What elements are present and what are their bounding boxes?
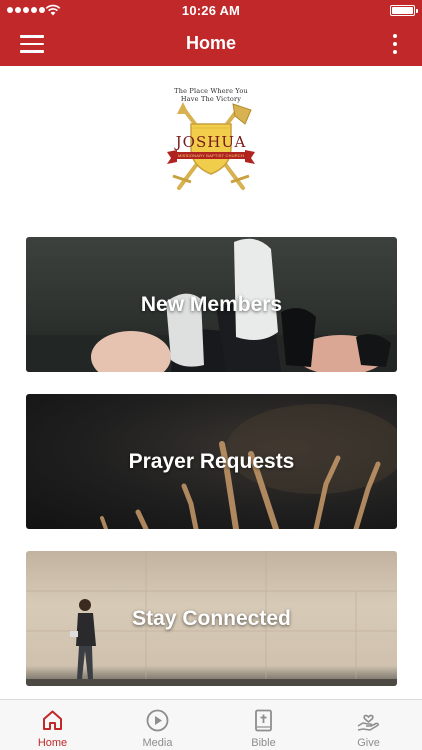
tab-label: Bible — [251, 737, 276, 749]
logo-wordmark: JOSHUA — [175, 133, 247, 151]
tab-label: Media — [142, 737, 173, 749]
logo-subtitle: MISSIONARY BAPTIST CHURCH — [175, 152, 247, 159]
more-vertical-icon[interactable] — [392, 33, 398, 55]
tab-bar: Home Media Bible Give — [0, 699, 422, 750]
tab-media[interactable]: Media — [105, 700, 210, 750]
card-label: Stay Connected — [132, 606, 291, 630]
tab-label: Home — [37, 737, 68, 749]
tab-label: Give — [357, 737, 380, 749]
prayer-requests-card[interactable]: Prayer Requests — [26, 394, 397, 529]
new-members-card[interactable]: New Members — [26, 237, 397, 372]
status-time: 10:26 AM — [181, 3, 241, 18]
status-bar: 10:26 AM — [0, 0, 422, 22]
church-logo: The Place Where You Have The Victory JOS… — [161, 87, 261, 192]
tab-bible[interactable]: Bible — [211, 700, 316, 750]
card-label: New Members — [140, 292, 283, 316]
play-circle-icon — [146, 709, 169, 732]
page-title: Home — [185, 33, 236, 53]
give-hand-heart-icon — [357, 714, 380, 731]
tab-give[interactable]: Give — [316, 700, 421, 750]
battery-icon — [390, 5, 418, 16]
nav-bar: Home — [0, 22, 422, 66]
home-icon — [43, 710, 62, 730]
stay-connected-card[interactable]: Stay Connected — [26, 551, 397, 686]
bible-icon — [255, 709, 272, 732]
card-label: Prayer Requests — [128, 449, 295, 473]
tab-home[interactable]: Home — [0, 700, 105, 750]
